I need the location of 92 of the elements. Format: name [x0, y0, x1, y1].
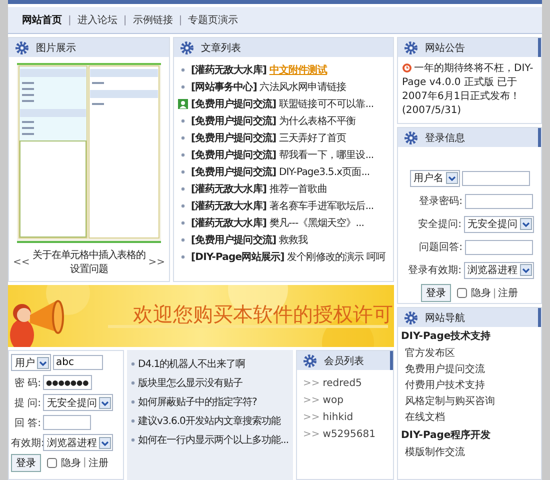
post-link[interactable]: 如何在一行内显示两个以上多功能...: [138, 432, 289, 446]
nav-link[interactable]: 网站首页: [22, 13, 62, 27]
article-link[interactable]: [灌药无敌大水库] 推荐一首歌曲: [191, 182, 327, 196]
gear-icon: [404, 40, 418, 54]
password-label: 密 码:: [13, 376, 41, 390]
bullet-icon: [131, 400, 135, 404]
nav-link[interactable]: 付费用户技术支持: [405, 378, 485, 392]
gear-icon: [303, 354, 317, 368]
question-dropdown[interactable]: 无安全提问: [43, 394, 113, 411]
invisible-checkbox[interactable]: [456, 288, 467, 298]
nav-link[interactable]: 风格定制与购买咨询: [405, 394, 495, 408]
gear-icon: [15, 40, 29, 54]
banner-heading: 欢迎您购买本软件的授权许可: [133, 301, 393, 328]
username-field[interactable]: abc: [53, 355, 103, 370]
nav-link[interactable]: 免费用户提问交流: [405, 362, 485, 376]
panel-title: 会员列表: [324, 354, 364, 368]
member-link[interactable]: redred5: [322, 378, 362, 389]
group-heading: DIY-Page程序开发: [401, 428, 492, 442]
nav-divider: |: [68, 14, 72, 26]
nav-divider: |: [178, 14, 182, 26]
nav-link[interactable]: 官方发布区: [405, 346, 455, 360]
announcement-text: 一年的期待终将不枉，DIY-Page v4.0.0 正式版 已于2007年6月1日正式发布！ (2007/5/31): [401, 62, 534, 118]
article-link[interactable]: [网站事务中心] 六法风水网申请链接: [191, 80, 346, 94]
nav-link[interactable]: 模版制作交流: [405, 445, 465, 459]
post-link[interactable]: D4.1的机器人不出来了啊: [138, 356, 246, 370]
login-type-dropdown[interactable]: 用户: [11, 354, 51, 371]
expiry-dropdown[interactable]: 浏览器进程: [43, 434, 113, 451]
list-marker: >>: [303, 395, 320, 406]
post-link[interactable]: 如何屏蔽贴子中的指定字符?: [138, 394, 257, 408]
article-link[interactable]: [免费用户提问交流] 为什么表格不平衡: [191, 114, 356, 128]
answer-label: 回 答:: [13, 416, 41, 430]
panel-title: 登录信息: [425, 132, 465, 144]
invisible-label: 隐身: [470, 287, 491, 300]
answer-field[interactable]: [464, 240, 532, 254]
answer-label: 问题回答:: [418, 241, 462, 254]
nav-link[interactable]: 专题页演示: [188, 13, 238, 27]
member-link[interactable]: hihkid: [322, 412, 354, 423]
nav-link[interactable]: 在线文档: [405, 410, 445, 424]
answer-field[interactable]: [43, 415, 91, 430]
login-button[interactable]: 登录: [420, 284, 451, 302]
login-button[interactable]: 登录: [11, 454, 41, 472]
register-link[interactable]: 注册: [88, 456, 108, 470]
post-link[interactable]: 版块里怎么显示没有贴子: [138, 376, 242, 390]
bullet-icon: [131, 418, 135, 422]
panel-title: 网站公告: [425, 42, 465, 54]
previous-link[interactable]: <<: [13, 256, 30, 268]
gear-icon: [404, 310, 418, 324]
question-dropdown[interactable]: 无安全提问: [464, 216, 534, 232]
separator: |: [492, 288, 496, 298]
article-link[interactable]: [灌药无敌大水库] 樊凡---《黑烟天空》...: [191, 216, 364, 230]
article-link[interactable]: [灌药无敌大水库] 著名赛车手进军歌坛后...: [191, 198, 374, 212]
nav-divider: |: [123, 14, 127, 26]
list-marker: >>: [303, 429, 320, 440]
article-link[interactable]: [免费用户提问交流] 帮我看一下，哪里设...: [191, 148, 374, 162]
expiry-label: 登录有效期:: [407, 264, 462, 277]
member-link[interactable]: w5295681: [322, 429, 376, 440]
list-marker: >>: [303, 412, 320, 423]
article-link[interactable]: [免费用户提问交流] 三天弄好了首页: [191, 130, 346, 144]
article-link[interactable]: [DIY-Page网站展示] 发个刚修改的演示 呵呵: [191, 250, 386, 264]
expiry-dropdown[interactable]: 浏览器进程: [464, 262, 534, 278]
gear-icon: [404, 130, 418, 144]
username-field[interactable]: [462, 170, 530, 186]
invisible-checkbox[interactable]: [47, 458, 57, 468]
panel-title: 图片展示: [36, 42, 76, 54]
post-link[interactable]: 建议v3.6.0开发站内文章搜索功能: [138, 414, 280, 428]
bullet-icon: [131, 380, 135, 384]
article-link[interactable]: [免费用户提问交流] 救救我: [191, 232, 308, 246]
nav-link[interactable]: 示例链接: [132, 13, 173, 27]
article-link[interactable]: [免费用户提问交流] DIY-Page3.5.x页面...: [191, 164, 370, 178]
bullet-icon: [131, 438, 135, 442]
bullet-icon: [131, 362, 135, 366]
invisible-label: 隐身: [61, 456, 81, 470]
login-type-dropdown[interactable]: 用户名: [410, 170, 460, 186]
member-link[interactable]: wop: [322, 395, 344, 406]
article-link[interactable]: [灌药无敌大水库] 中文附件测试: [191, 62, 327, 76]
separator: |: [83, 457, 86, 468]
next-link[interactable]: >>: [148, 256, 165, 268]
question-label: 提 问:: [13, 396, 41, 410]
register-link[interactable]: 注册: [498, 286, 518, 300]
group-heading: DIY-Page技术支持: [401, 330, 492, 343]
expiry-label: 有效期:: [11, 436, 41, 450]
gear-icon: [180, 40, 194, 54]
picture-caption[interactable]: 关于在单元格中插入表格的设置问题: [32, 248, 146, 276]
list-marker: >>: [303, 378, 320, 389]
panel-title: 网站导航: [425, 312, 465, 324]
panel-title: 文章列表: [201, 42, 241, 54]
article-link[interactable]: [免费用户提问交流] 联盟链接可不可以靠...: [191, 96, 374, 110]
password-field[interactable]: [464, 194, 532, 208]
nav-link[interactable]: 进入论坛: [77, 13, 118, 27]
password-label: 登录密码:: [418, 194, 462, 208]
clock-icon: [402, 63, 412, 73]
question-label: 安全提问:: [417, 218, 462, 231]
